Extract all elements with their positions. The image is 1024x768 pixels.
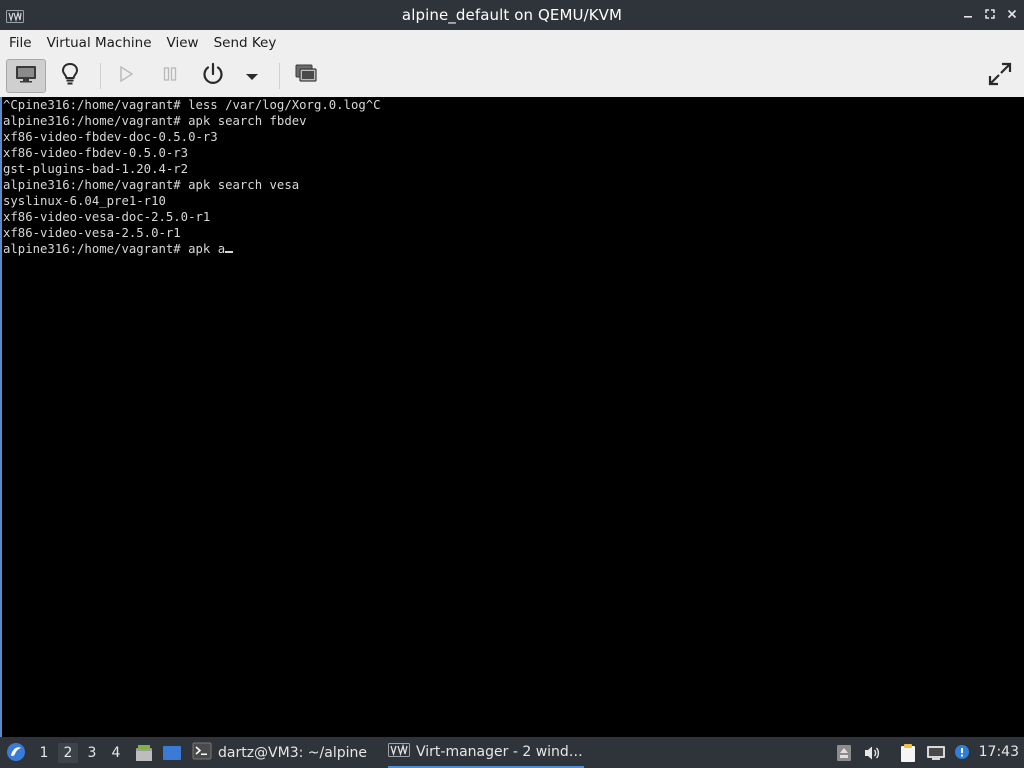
power-icon — [201, 62, 225, 90]
pause-button[interactable] — [150, 59, 190, 93]
virt-manager-icon — [388, 742, 410, 761]
maximize-icon[interactable] — [982, 6, 998, 22]
console-prompt-text: alpine316:/home/vagrant# apk a — [3, 242, 226, 256]
console-line: ^Cpine316:/home/vagrant# less /var/log/X… — [3, 98, 381, 112]
chevron-down-icon — [245, 67, 259, 86]
task-virt-manager[interactable]: Virt-manager - 2 wind… — [388, 737, 584, 768]
details-view-button[interactable] — [50, 59, 90, 93]
workspace-2[interactable]: 2 — [58, 743, 78, 763]
start-menu-icon[interactable] — [6, 742, 26, 762]
network-icon[interactable] — [926, 743, 946, 763]
fullscreen-button[interactable] — [980, 59, 1020, 93]
menu-virtual-machine[interactable]: Virtual Machine — [39, 35, 159, 51]
clipboard-icon[interactable] — [898, 743, 918, 763]
play-icon — [118, 65, 134, 87]
workspace-3[interactable]: 3 — [82, 743, 102, 763]
task-terminal[interactable]: dartz@VM3: ~/alpine — [192, 737, 382, 768]
monitor-icon — [15, 65, 37, 87]
task-label: dartz@VM3: ~/alpine — [218, 744, 367, 761]
minimize-icon[interactable] — [960, 6, 976, 22]
notification-icon[interactable] — [952, 743, 972, 763]
taskbar: 1 2 3 4 dartz@VM3: ~/alpine Virt-manager… — [0, 737, 1024, 768]
window-titlebar[interactable]: alpine_default on QEMU/KVM — [0, 0, 1024, 30]
terminal-icon — [192, 742, 212, 764]
workspace-4[interactable]: 4 — [106, 743, 126, 763]
fullscreen-icon — [987, 61, 1013, 91]
console-line: syslinux-6.04_pre1-r10 — [3, 194, 166, 208]
task-label: Virt-manager - 2 wind… — [416, 743, 583, 760]
console-line: alpine316:/home/vagrant# apk search fbde… — [3, 114, 307, 128]
console-line: xf86-video-vesa-2.5.0-r1 — [3, 226, 181, 240]
volume-icon[interactable] — [862, 743, 882, 763]
run-button[interactable] — [106, 59, 146, 93]
lightbulb-icon — [60, 62, 80, 90]
shutdown-menu-button[interactable] — [232, 59, 272, 93]
pause-icon — [162, 66, 178, 86]
console-view-button[interactable] — [6, 59, 46, 93]
software-updates-icon[interactable] — [834, 743, 854, 763]
toolbar — [0, 55, 1024, 98]
close-icon[interactable] — [1004, 6, 1020, 22]
shutdown-button[interactable] — [193, 59, 233, 93]
menu-bar: File Virtual Machine View Send Key — [0, 30, 1024, 55]
workspace-1[interactable]: 1 — [34, 743, 54, 763]
menu-send-key[interactable]: Send Key — [206, 35, 284, 51]
menu-view[interactable]: View — [159, 35, 206, 51]
snapshots-button[interactable] — [286, 59, 326, 93]
vm-console[interactable]: ^Cpine316:/home/vagrant# less /var/log/X… — [0, 97, 1024, 737]
file-manager-icon[interactable] — [134, 743, 154, 763]
toolbar-separator — [279, 63, 280, 89]
console-line: gst-plugins-bad-1.20.4-r2 — [3, 162, 189, 176]
snapshots-icon — [294, 63, 318, 89]
text-cursor — [225, 241, 234, 253]
virt-manager-icon — [6, 8, 24, 23]
console-line: alpine316:/home/vagrant# apk search vesa — [3, 178, 300, 192]
console-prompt-line: alpine316:/home/vagrant# apk a — [2, 241, 1024, 257]
console-line: xf86-video-fbdev-0.5.0-r3 — [3, 146, 189, 160]
clock[interactable]: 17:43 — [979, 744, 1019, 760]
show-desktop-icon[interactable] — [162, 743, 182, 763]
menu-file[interactable]: File — [0, 35, 39, 51]
toolbar-separator — [100, 63, 101, 89]
console-line: xf86-video-fbdev-doc-0.5.0-r3 — [3, 130, 218, 144]
window-title: alpine_default on QEMU/KVM — [401, 6, 623, 24]
console-line: xf86-video-vesa-doc-2.5.0-r1 — [3, 210, 211, 224]
